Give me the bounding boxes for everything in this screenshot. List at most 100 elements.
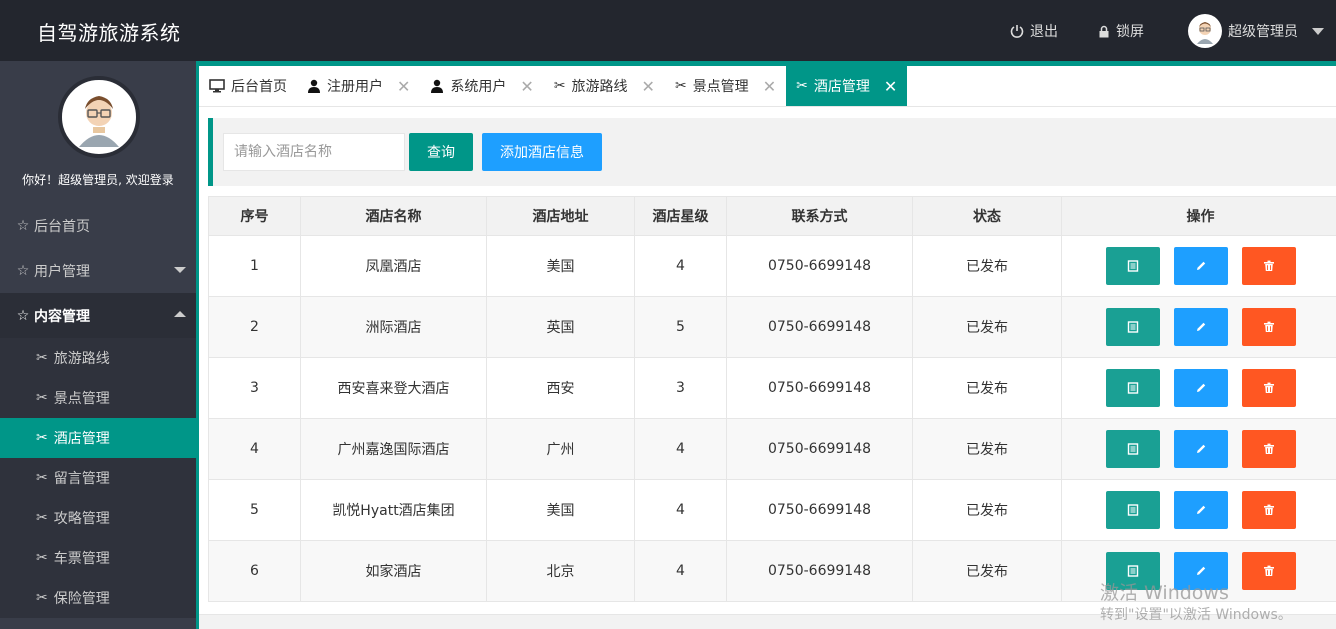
tab-hotels[interactable]: ✂ 酒店管理 ✕ [786, 66, 908, 106]
sidebar: 你好！超级管理员, 欢迎登录 ☆ 后台首页 ☆ 用户管理 ☆ 内容管理 ✂ 旅游… [0, 61, 196, 629]
avatar [1188, 14, 1222, 48]
close-icon[interactable]: ✕ [397, 77, 410, 96]
windows-activation-watermark: 激活 Windows [1100, 582, 1229, 604]
sidebar-item-insurance[interactable]: ✂ 保险管理 [0, 578, 196, 618]
tab-routes[interactable]: ✂ 旅游路线 ✕ [544, 66, 665, 106]
row-actions [1062, 308, 1336, 346]
logout-button[interactable]: 退出 [1010, 21, 1058, 41]
delete-button[interactable] [1241, 308, 1296, 346]
cell-name: 洲际酒店 [300, 296, 487, 358]
sidebar-nav: ☆ 后台首页 ☆ 用户管理 ☆ 内容管理 ✂ 旅游路线 ✂ 景点管理 ✂ 酒店管… [0, 203, 196, 618]
cell-stars: 4 [634, 235, 727, 297]
column-header: 酒店星级 [634, 196, 727, 236]
tab-system-users[interactable]: 系统用户 ✕ [420, 66, 543, 106]
view-button[interactable] [1105, 430, 1160, 468]
table-row: 4 广州嘉逸国际酒店 广州 4 0750-6699148 已发布 [208, 418, 1336, 480]
sidebar-item-routes[interactable]: ✂ 旅游路线 [0, 338, 196, 378]
delete-button[interactable] [1241, 247, 1296, 285]
sidebar-item-label: 后台首页 [34, 218, 90, 235]
sidebar-item-dashboard[interactable]: ☆ 后台首页 [0, 203, 196, 248]
row-actions [1062, 247, 1336, 285]
edit-button[interactable] [1173, 491, 1228, 529]
view-button[interactable] [1105, 369, 1160, 407]
logout-label: 退出 [1030, 24, 1058, 40]
cell-actions [1061, 479, 1336, 541]
tools-icon: ✂ [796, 78, 808, 94]
close-icon[interactable]: ✕ [642, 77, 655, 96]
cell-name: 凯悦Hyatt酒店集团 [300, 479, 487, 541]
sidebar-item-guides[interactable]: ✂ 攻略管理 [0, 498, 196, 538]
top-header: 自驾游旅游系统 退出 锁屏 超级管理员 [0, 0, 1336, 61]
sidebar-item-content-management[interactable]: ☆ 内容管理 [0, 293, 196, 338]
document-icon [1127, 321, 1138, 333]
tools-icon: ✂ [36, 430, 48, 446]
sidebar-item-attractions[interactable]: ✂ 景点管理 [0, 378, 196, 418]
cell-stars: 4 [634, 418, 727, 480]
trash-icon [1263, 504, 1274, 515]
sidebar-item-messages[interactable]: ✂ 留言管理 [0, 458, 196, 498]
close-icon[interactable]: ✕ [763, 77, 776, 96]
cell-status: 已发布 [912, 357, 1062, 419]
cell-status: 已发布 [912, 235, 1062, 297]
view-button[interactable] [1105, 308, 1160, 346]
hotel-table: 序号 酒店名称 酒店地址 酒店星级 联系方式 状态 操作 1 凤凰酒店 美国 4 075… [208, 196, 1336, 602]
search-bar: 查询 添加酒店信息 [208, 118, 1336, 186]
row-actions [1062, 491, 1336, 529]
close-icon[interactable]: ✕ [520, 77, 533, 96]
lock-screen-button[interactable]: 锁屏 [1098, 21, 1144, 41]
cell-status: 已发布 [912, 296, 1062, 358]
user-name: 超级管理员 [1228, 24, 1298, 40]
sidebar-item-user-management[interactable]: ☆ 用户管理 [0, 248, 196, 293]
delete-button[interactable] [1241, 491, 1296, 529]
pencil-icon [1196, 322, 1205, 331]
cell-stars: 4 [634, 479, 727, 541]
pencil-icon [1196, 261, 1205, 270]
pencil-icon [1196, 505, 1205, 514]
tools-icon: ✂ [36, 590, 48, 606]
edit-button[interactable] [1173, 308, 1228, 346]
cell-status: 已发布 [912, 479, 1062, 541]
cell-phone: 0750-6699148 [726, 540, 913, 602]
power-icon [1010, 25, 1024, 38]
sidebar-item-hotels[interactable]: ✂ 酒店管理 [0, 418, 196, 458]
sidebar-item-label: 景点管理 [53, 391, 110, 407]
trash-icon [1263, 260, 1274, 271]
tab-registered-users[interactable]: 注册用户 ✕ [297, 66, 420, 106]
delete-button[interactable] [1241, 430, 1296, 468]
query-button[interactable]: 查询 [409, 133, 473, 171]
edit-button[interactable] [1173, 430, 1228, 468]
view-button[interactable] [1105, 247, 1160, 285]
cell-no: 2 [208, 296, 301, 358]
tools-icon: ✂ [36, 470, 48, 486]
add-hotel-button[interactable]: 添加酒店信息 [482, 133, 602, 171]
hotel-name-search-input[interactable] [223, 133, 405, 171]
view-button[interactable] [1105, 491, 1160, 529]
tools-icon: ✂ [36, 390, 48, 406]
delete-button[interactable] [1241, 552, 1296, 590]
cell-stars: 5 [634, 296, 727, 358]
edit-button[interactable] [1173, 247, 1228, 285]
user-avatar-icon [1197, 22, 1213, 44]
tab-attractions[interactable]: ✂ 景点管理 ✕ [665, 66, 786, 106]
user-menu[interactable]: 超级管理员 [1188, 14, 1324, 48]
sidebar-item-tickets[interactable]: ✂ 车票管理 [0, 538, 196, 578]
close-icon[interactable]: ✕ [884, 77, 897, 96]
trash-icon [1263, 382, 1274, 393]
tab-label: 后台首页 [231, 79, 287, 95]
edit-button[interactable] [1173, 369, 1228, 407]
app-title: 自驾游旅游系统 [37, 21, 181, 45]
cell-phone: 0750-6699148 [726, 418, 913, 480]
cell-name: 凤凰酒店 [300, 235, 487, 297]
cell-address: 美国 [486, 479, 635, 541]
tab-dashboard[interactable]: 后台首页 [199, 66, 297, 106]
star-outline-icon: ☆ [16, 217, 30, 234]
trash-icon [1263, 443, 1274, 454]
delete-button[interactable] [1241, 369, 1296, 407]
user-icon [431, 79, 444, 93]
tab-label: 酒店管理 [813, 79, 870, 95]
column-header: 联系方式 [726, 196, 913, 236]
cell-phone: 0750-6699148 [726, 296, 913, 358]
cell-address: 北京 [486, 540, 635, 602]
tools-icon: ✂ [674, 78, 687, 94]
tab-label: 景点管理 [692, 79, 749, 95]
